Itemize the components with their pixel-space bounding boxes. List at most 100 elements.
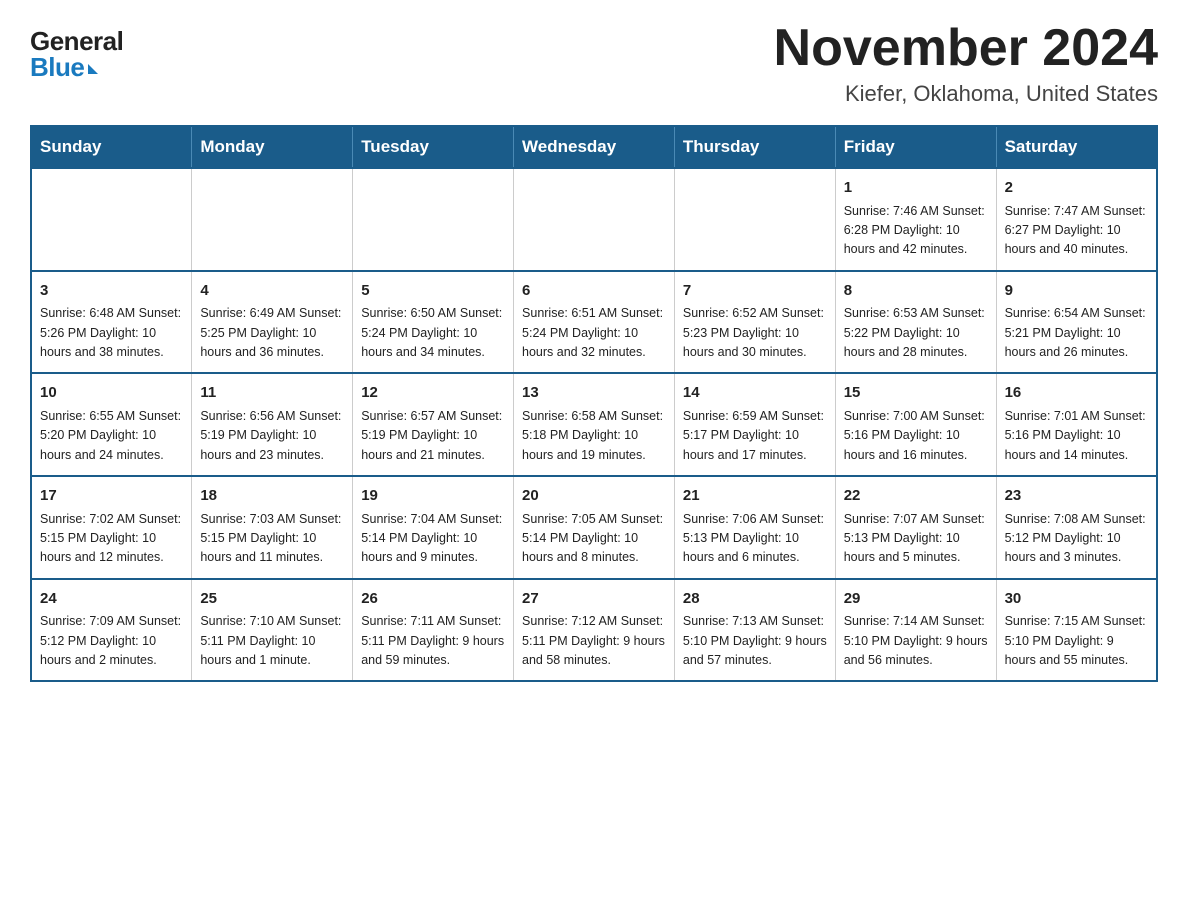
day-number: 30 bbox=[1005, 588, 1148, 611]
calendar-day-cell: 3Sunrise: 6:48 AM Sunset: 5:26 PM Daylig… bbox=[31, 271, 192, 374]
calendar-day-cell bbox=[192, 168, 353, 271]
day-number: 21 bbox=[683, 485, 827, 508]
calendar-day-cell: 27Sunrise: 7:12 AM Sunset: 5:11 PM Dayli… bbox=[514, 579, 675, 682]
logo-blue-row: Blue bbox=[30, 54, 98, 80]
day-number: 14 bbox=[683, 382, 827, 405]
calendar-day-header: Friday bbox=[835, 126, 996, 168]
day-info: Sunrise: 7:46 AM Sunset: 6:28 PM Dayligh… bbox=[844, 202, 988, 260]
calendar-day-cell: 12Sunrise: 6:57 AM Sunset: 5:19 PM Dayli… bbox=[353, 373, 514, 476]
day-number: 19 bbox=[361, 485, 505, 508]
day-info: Sunrise: 7:02 AM Sunset: 5:15 PM Dayligh… bbox=[40, 510, 183, 568]
calendar-day-header: Sunday bbox=[31, 126, 192, 168]
calendar-day-cell: 29Sunrise: 7:14 AM Sunset: 5:10 PM Dayli… bbox=[835, 579, 996, 682]
calendar-day-cell: 17Sunrise: 7:02 AM Sunset: 5:15 PM Dayli… bbox=[31, 476, 192, 579]
calendar-day-cell: 9Sunrise: 6:54 AM Sunset: 5:21 PM Daylig… bbox=[996, 271, 1157, 374]
day-number: 5 bbox=[361, 280, 505, 303]
day-number: 2 bbox=[1005, 177, 1148, 200]
calendar-day-cell: 25Sunrise: 7:10 AM Sunset: 5:11 PM Dayli… bbox=[192, 579, 353, 682]
day-info: Sunrise: 7:07 AM Sunset: 5:13 PM Dayligh… bbox=[844, 510, 988, 568]
day-info: Sunrise: 6:54 AM Sunset: 5:21 PM Dayligh… bbox=[1005, 304, 1148, 362]
calendar-day-cell: 15Sunrise: 7:00 AM Sunset: 5:16 PM Dayli… bbox=[835, 373, 996, 476]
day-number: 11 bbox=[200, 382, 344, 405]
day-info: Sunrise: 7:04 AM Sunset: 5:14 PM Dayligh… bbox=[361, 510, 505, 568]
day-info: Sunrise: 6:52 AM Sunset: 5:23 PM Dayligh… bbox=[683, 304, 827, 362]
day-number: 25 bbox=[200, 588, 344, 611]
day-info: Sunrise: 7:00 AM Sunset: 5:16 PM Dayligh… bbox=[844, 407, 988, 465]
day-info: Sunrise: 7:05 AM Sunset: 5:14 PM Dayligh… bbox=[522, 510, 666, 568]
day-number: 4 bbox=[200, 280, 344, 303]
day-info: Sunrise: 7:14 AM Sunset: 5:10 PM Dayligh… bbox=[844, 612, 988, 670]
day-info: Sunrise: 6:48 AM Sunset: 5:26 PM Dayligh… bbox=[40, 304, 183, 362]
calendar-day-header: Wednesday bbox=[514, 126, 675, 168]
day-number: 3 bbox=[40, 280, 183, 303]
calendar-day-cell bbox=[514, 168, 675, 271]
day-number: 10 bbox=[40, 382, 183, 405]
day-number: 22 bbox=[844, 485, 988, 508]
day-number: 15 bbox=[844, 382, 988, 405]
calendar-day-cell: 14Sunrise: 6:59 AM Sunset: 5:17 PM Dayli… bbox=[674, 373, 835, 476]
day-info: Sunrise: 6:55 AM Sunset: 5:20 PM Dayligh… bbox=[40, 407, 183, 465]
calendar-table: SundayMondayTuesdayWednesdayThursdayFrid… bbox=[30, 125, 1158, 682]
calendar-day-cell: 10Sunrise: 6:55 AM Sunset: 5:20 PM Dayli… bbox=[31, 373, 192, 476]
calendar-day-cell: 7Sunrise: 6:52 AM Sunset: 5:23 PM Daylig… bbox=[674, 271, 835, 374]
day-info: Sunrise: 7:08 AM Sunset: 5:12 PM Dayligh… bbox=[1005, 510, 1148, 568]
calendar-day-cell: 21Sunrise: 7:06 AM Sunset: 5:13 PM Dayli… bbox=[674, 476, 835, 579]
calendar-day-header: Tuesday bbox=[353, 126, 514, 168]
calendar-day-cell bbox=[31, 168, 192, 271]
day-number: 8 bbox=[844, 280, 988, 303]
title-section: November 2024 Kiefer, Oklahoma, United S… bbox=[774, 20, 1158, 107]
day-number: 6 bbox=[522, 280, 666, 303]
calendar-day-cell: 13Sunrise: 6:58 AM Sunset: 5:18 PM Dayli… bbox=[514, 373, 675, 476]
day-number: 24 bbox=[40, 588, 183, 611]
day-number: 28 bbox=[683, 588, 827, 611]
day-info: Sunrise: 6:51 AM Sunset: 5:24 PM Dayligh… bbox=[522, 304, 666, 362]
day-number: 20 bbox=[522, 485, 666, 508]
calendar-day-cell: 11Sunrise: 6:56 AM Sunset: 5:19 PM Dayli… bbox=[192, 373, 353, 476]
calendar-week-row: 1Sunrise: 7:46 AM Sunset: 6:28 PM Daylig… bbox=[31, 168, 1157, 271]
day-number: 16 bbox=[1005, 382, 1148, 405]
page-header: General Blue November 2024 Kiefer, Oklah… bbox=[30, 20, 1158, 107]
calendar-day-cell: 2Sunrise: 7:47 AM Sunset: 6:27 PM Daylig… bbox=[996, 168, 1157, 271]
calendar-day-header: Monday bbox=[192, 126, 353, 168]
calendar-day-header: Thursday bbox=[674, 126, 835, 168]
day-info: Sunrise: 7:09 AM Sunset: 5:12 PM Dayligh… bbox=[40, 612, 183, 670]
calendar-day-header: Saturday bbox=[996, 126, 1157, 168]
day-number: 7 bbox=[683, 280, 827, 303]
day-info: Sunrise: 7:11 AM Sunset: 5:11 PM Dayligh… bbox=[361, 612, 505, 670]
calendar-header-row: SundayMondayTuesdayWednesdayThursdayFrid… bbox=[31, 126, 1157, 168]
calendar-day-cell: 23Sunrise: 7:08 AM Sunset: 5:12 PM Dayli… bbox=[996, 476, 1157, 579]
day-number: 29 bbox=[844, 588, 988, 611]
calendar-day-cell bbox=[674, 168, 835, 271]
day-info: Sunrise: 6:49 AM Sunset: 5:25 PM Dayligh… bbox=[200, 304, 344, 362]
calendar-day-cell: 18Sunrise: 7:03 AM Sunset: 5:15 PM Dayli… bbox=[192, 476, 353, 579]
calendar-day-cell: 20Sunrise: 7:05 AM Sunset: 5:14 PM Dayli… bbox=[514, 476, 675, 579]
month-year-title: November 2024 bbox=[774, 20, 1158, 77]
calendar-day-cell: 16Sunrise: 7:01 AM Sunset: 5:16 PM Dayli… bbox=[996, 373, 1157, 476]
calendar-week-row: 17Sunrise: 7:02 AM Sunset: 5:15 PM Dayli… bbox=[31, 476, 1157, 579]
calendar-day-cell: 6Sunrise: 6:51 AM Sunset: 5:24 PM Daylig… bbox=[514, 271, 675, 374]
logo: General Blue bbox=[30, 20, 123, 80]
day-info: Sunrise: 7:47 AM Sunset: 6:27 PM Dayligh… bbox=[1005, 202, 1148, 260]
day-info: Sunrise: 6:59 AM Sunset: 5:17 PM Dayligh… bbox=[683, 407, 827, 465]
calendar-body: 1Sunrise: 7:46 AM Sunset: 6:28 PM Daylig… bbox=[31, 168, 1157, 681]
calendar-day-cell: 8Sunrise: 6:53 AM Sunset: 5:22 PM Daylig… bbox=[835, 271, 996, 374]
logo-triangle-icon bbox=[88, 64, 98, 74]
day-number: 9 bbox=[1005, 280, 1148, 303]
calendar-day-cell bbox=[353, 168, 514, 271]
day-number: 12 bbox=[361, 382, 505, 405]
calendar-day-cell: 26Sunrise: 7:11 AM Sunset: 5:11 PM Dayli… bbox=[353, 579, 514, 682]
calendar-day-cell: 1Sunrise: 7:46 AM Sunset: 6:28 PM Daylig… bbox=[835, 168, 996, 271]
day-number: 17 bbox=[40, 485, 183, 508]
day-info: Sunrise: 6:58 AM Sunset: 5:18 PM Dayligh… bbox=[522, 407, 666, 465]
calendar-week-row: 24Sunrise: 7:09 AM Sunset: 5:12 PM Dayli… bbox=[31, 579, 1157, 682]
day-number: 18 bbox=[200, 485, 344, 508]
day-info: Sunrise: 6:50 AM Sunset: 5:24 PM Dayligh… bbox=[361, 304, 505, 362]
day-info: Sunrise: 6:57 AM Sunset: 5:19 PM Dayligh… bbox=[361, 407, 505, 465]
logo-general-text: General bbox=[30, 28, 123, 54]
day-number: 1 bbox=[844, 177, 988, 200]
day-number: 23 bbox=[1005, 485, 1148, 508]
calendar-day-cell: 30Sunrise: 7:15 AM Sunset: 5:10 PM Dayli… bbox=[996, 579, 1157, 682]
day-info: Sunrise: 6:53 AM Sunset: 5:22 PM Dayligh… bbox=[844, 304, 988, 362]
calendar-week-row: 10Sunrise: 6:55 AM Sunset: 5:20 PM Dayli… bbox=[31, 373, 1157, 476]
calendar-day-cell: 19Sunrise: 7:04 AM Sunset: 5:14 PM Dayli… bbox=[353, 476, 514, 579]
